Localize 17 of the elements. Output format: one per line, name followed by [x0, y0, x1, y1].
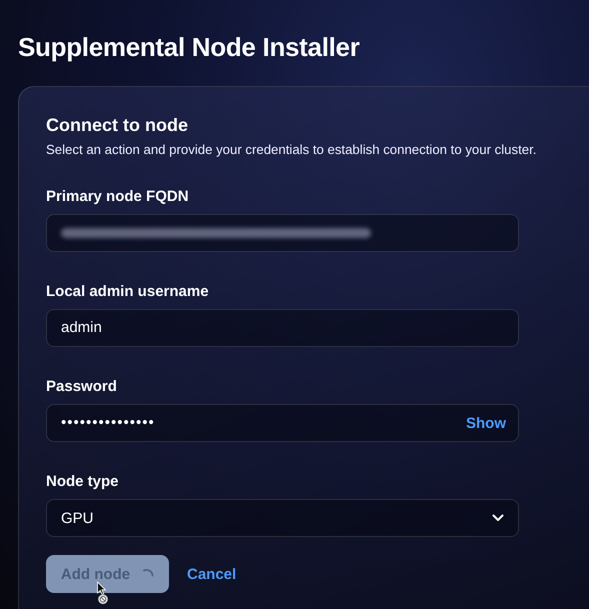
chevron-down-icon — [492, 514, 504, 522]
show-password-button[interactable]: Show — [466, 414, 506, 432]
cancel-button[interactable]: Cancel — [187, 566, 236, 582]
card-description: Select an action and provide your credentials to establish connection to your cluster. — [46, 141, 538, 159]
field-label: Password — [46, 377, 118, 397]
node-type-select[interactable]: GPU — [46, 499, 519, 537]
card-title: Connect to node — [46, 114, 189, 137]
page-title: Supplemental Node Installer — [18, 31, 361, 64]
password-field[interactable]: ••••••••••••••• Show — [46, 404, 519, 442]
field-label: Local admin username — [46, 282, 210, 302]
masked-password: ••••••••••••••• — [61, 414, 155, 432]
input-field[interactable] — [46, 214, 519, 252]
field-label: Primary node FQDN — [46, 187, 190, 207]
field-label: Node type — [46, 472, 120, 492]
field-value: admin — [61, 319, 102, 337]
not-allowed-cursor-icon — [96, 581, 110, 605]
input-field[interactable]: admin — [46, 309, 519, 347]
